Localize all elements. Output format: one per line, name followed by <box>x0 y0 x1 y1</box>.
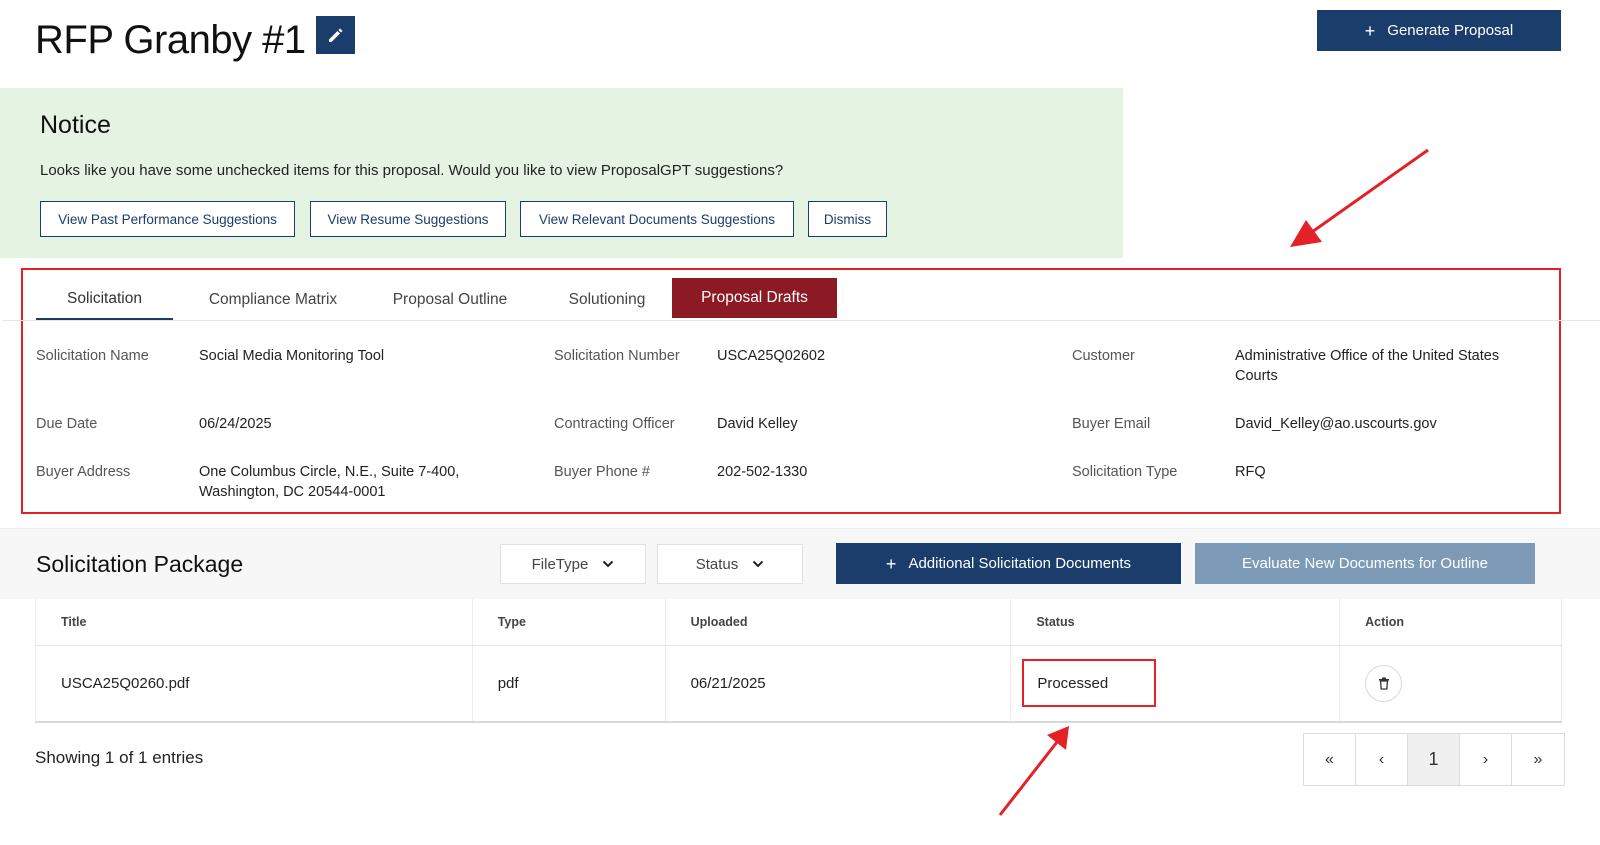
row-title-cell[interactable]: USCA25Q0260.pdf <box>35 645 473 723</box>
annotation-arrow-icon <box>998 726 1069 816</box>
next-page-button[interactable]: › <box>1460 734 1512 785</box>
solicitation-details-panel: Solicitation Compliance Matrix Proposal … <box>2 268 1600 514</box>
pagination: « ‹ 1 › » <box>1303 733 1565 786</box>
buyer-address-value-line2: Washington, DC 20544-0001 <box>199 484 386 500</box>
filetype-filter-dropdown[interactable]: FileType <box>500 544 646 584</box>
additional-docs-label: Additional Solicitation Documents <box>908 555 1132 572</box>
due-date-value: 06/24/2025 <box>199 416 272 432</box>
customer-label: Customer <box>1072 348 1135 364</box>
generate-proposal-label: Generate Proposal <box>1387 22 1514 39</box>
tab-divider <box>2 320 1600 321</box>
column-header-type[interactable]: Type <box>471 599 666 646</box>
entries-count: Showing 1 of 1 entries <box>35 748 204 767</box>
filetype-filter-label: FileType <box>531 555 589 573</box>
row-type-cell: pdf <box>471 645 666 723</box>
relevant-documents-suggestions-button[interactable]: View Relevant Documents Suggestions <box>520 201 794 237</box>
solicitation-package-toolbar: Solicitation Package FileType Status + A… <box>0 528 1600 599</box>
solicitation-name-label: Solicitation Name <box>36 348 149 364</box>
last-page-button[interactable]: » <box>1512 734 1564 785</box>
buyer-phone-value: 202-502-1330 <box>717 464 808 480</box>
buyer-email-value: David_Kelley@ao.uscourts.gov <box>1235 416 1437 432</box>
row-action-cell <box>1339 645 1562 723</box>
row-uploaded-cell: 06/21/2025 <box>664 645 1012 723</box>
additional-solicitation-documents-button[interactable]: + Additional Solicitation Documents <box>836 543 1181 584</box>
chevron-down-icon <box>603 560 614 568</box>
generate-proposal-button[interactable]: + Generate Proposal <box>1317 10 1561 51</box>
column-header-action: Action <box>1339 599 1562 646</box>
tab-bar: Solicitation Compliance Matrix Proposal … <box>2 270 1600 321</box>
page-title: RFP Granby #1 <box>35 18 306 62</box>
delete-button[interactable] <box>1365 664 1403 702</box>
column-header-uploaded[interactable]: Uploaded <box>664 599 1012 646</box>
trash-icon <box>1378 677 1389 690</box>
solicitation-documents-table: Title Type Uploaded Status Action USCA25… <box>35 599 1562 723</box>
tab-solicitation[interactable]: Solicitation <box>36 280 173 320</box>
status-filter-dropdown[interactable]: Status <box>657 544 803 584</box>
tab-compliance-matrix[interactable]: Compliance Matrix <box>193 280 353 320</box>
contracting-officer-value: David Kelley <box>717 416 798 432</box>
past-performance-suggestions-button[interactable]: View Past Performance Suggestions <box>40 201 295 237</box>
dismiss-button[interactable]: Dismiss <box>808 201 887 237</box>
buyer-email-label: Buyer Email <box>1072 416 1151 432</box>
chevron-down-icon <box>753 560 764 568</box>
evaluate-new-documents-button[interactable]: Evaluate New Documents for Outline <box>1195 543 1535 584</box>
solicitation-type-label: Solicitation Type <box>1072 464 1178 480</box>
buyer-phone-label: Buyer Phone # <box>554 464 650 480</box>
solicitation-type-value: RFQ <box>1235 464 1266 480</box>
table-row: USCA25Q0260.pdf pdf 06/21/2025 Processed <box>35 645 1562 723</box>
tab-proposal-outline[interactable]: Proposal Outline <box>375 280 525 320</box>
resume-suggestions-button[interactable]: View Resume Suggestions <box>310 201 506 237</box>
plus-icon: + <box>1364 20 1376 41</box>
buyer-address-label: Buyer Address <box>36 464 131 480</box>
status-badge: Processed <box>1022 659 1157 708</box>
notice-title: Notice <box>40 111 111 139</box>
edit-title-button[interactable] <box>316 16 355 54</box>
previous-page-button[interactable]: ‹ <box>1356 734 1408 785</box>
customer-value: Administrative Office of the United Stat… <box>1235 348 1500 384</box>
solicitation-name-value: Social Media Monitoring Tool <box>199 348 385 364</box>
first-page-button[interactable]: « <box>1304 734 1356 785</box>
contracting-officer-label: Contracting Officer <box>554 416 675 432</box>
solicitation-number-label: Solicitation Number <box>554 348 680 364</box>
pencil-icon <box>328 28 342 42</box>
notice-panel: Notice Looks like you have some unchecke… <box>0 88 1123 258</box>
tab-solutioning[interactable]: Solutioning <box>547 280 667 320</box>
column-header-title[interactable]: Title <box>35 599 473 646</box>
page-1-button[interactable]: 1 <box>1408 734 1460 785</box>
solicitation-number-value: USCA25Q02602 <box>717 348 826 364</box>
status-filter-label: Status <box>695 555 739 573</box>
buyer-address-value-line1: One Columbus Circle, N.E., Suite 7-400, <box>199 464 460 480</box>
due-date-label: Due Date <box>36 416 98 432</box>
solicitation-package-title: Solicitation Package <box>36 551 244 577</box>
notice-text: Looks like you have some unchecked items… <box>40 162 784 179</box>
tab-proposal-drafts[interactable]: Proposal Drafts <box>672 278 837 318</box>
annotation-arrow-icon <box>1290 148 1429 247</box>
plus-icon: + <box>885 553 897 574</box>
column-header-status[interactable]: Status <box>1010 599 1341 646</box>
row-status-cell: Processed <box>1010 645 1341 723</box>
